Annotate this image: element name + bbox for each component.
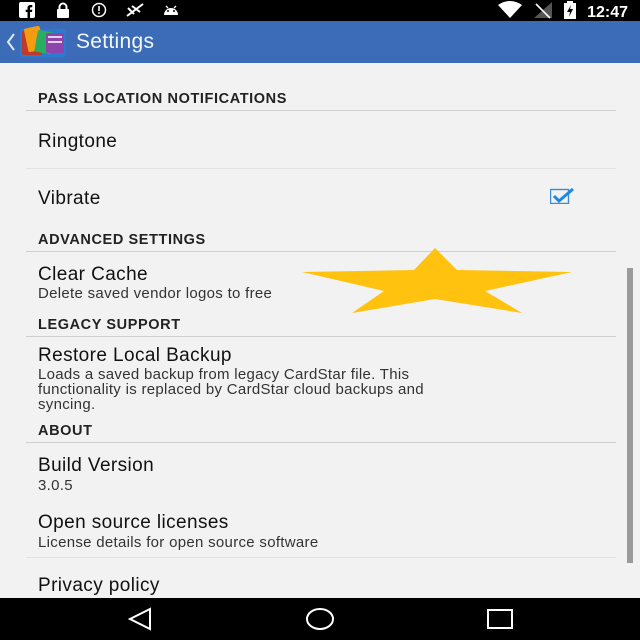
build-version-title: Build Version bbox=[38, 455, 155, 476]
vibrate-preference[interactable]: Vibrate bbox=[26, 169, 616, 225]
vibrate-title: Vibrate bbox=[38, 188, 101, 209]
section-header-advanced-settings: ADVANCED SETTINGS bbox=[38, 232, 206, 248]
open-source-licenses-preference[interactable]: Open source licenses License details for… bbox=[26, 500, 616, 556]
ringtone-title: Ringtone bbox=[38, 131, 118, 152]
open-source-licenses-summary: License details for open source software bbox=[38, 534, 319, 551]
home-icon bbox=[306, 608, 334, 630]
restore-backup-summary-line-1: Loads a saved backup from legacy CardSta… bbox=[38, 366, 410, 383]
restore-backup-summary-line-2: functionality is replaced by CardStar cl… bbox=[38, 381, 424, 398]
back-button[interactable] bbox=[124, 606, 156, 632]
chevron-left-icon bbox=[6, 33, 15, 51]
section-header-pass-notifications: PASS LOCATION NOTIFICATIONS bbox=[38, 91, 287, 107]
home-button[interactable] bbox=[304, 606, 336, 632]
up-navigation-button[interactable] bbox=[0, 21, 70, 63]
star-icon bbox=[302, 248, 572, 313]
build-version-value: 3.0.5 bbox=[38, 477, 73, 494]
privacy-policy-title: Privacy policy bbox=[38, 575, 160, 596]
recents-button[interactable] bbox=[484, 606, 516, 632]
open-source-licenses-title: Open source licenses bbox=[38, 512, 229, 533]
notification-icons bbox=[16, 2, 182, 18]
page-title: Settings bbox=[76, 30, 155, 53]
ringtone-preference[interactable]: Ringtone bbox=[26, 111, 616, 167]
vibrate-checkbox[interactable] bbox=[550, 188, 574, 204]
status-bar: 12:47 bbox=[0, 0, 640, 21]
restore-backup-title: Restore Local Backup bbox=[38, 345, 232, 366]
back-icon bbox=[127, 607, 151, 631]
section-header-legacy-support: LEGACY SUPPORT bbox=[38, 317, 181, 333]
lock-icon bbox=[52, 2, 74, 18]
privacy-policy-preference[interactable]: Privacy policy bbox=[26, 558, 616, 598]
facebook-icon bbox=[16, 2, 38, 18]
action-bar: Settings bbox=[0, 21, 640, 63]
sync-icon bbox=[88, 2, 110, 18]
android-debug-icon bbox=[160, 2, 182, 18]
section-header-about: ABOUT bbox=[38, 423, 93, 439]
build-version-preference[interactable]: Build Version 3.0.5 bbox=[26, 443, 616, 499]
clock: 12:47 bbox=[587, 3, 628, 21]
signal-blocked-icon bbox=[124, 2, 146, 18]
clear-cache-title: Clear Cache bbox=[38, 264, 149, 285]
app-logo-icon bbox=[20, 25, 66, 57]
restore-backup-preference[interactable]: Restore Local Backup Loads a saved backu… bbox=[26, 337, 616, 423]
preferences-list[interactable]: PASS LOCATION NOTIFICATIONS Ringtone Vib… bbox=[0, 63, 640, 598]
restore-backup-summary-line-3: syncing. bbox=[38, 396, 96, 413]
scrollbar[interactable] bbox=[627, 268, 633, 563]
recents-icon bbox=[487, 609, 513, 629]
navigation-bar bbox=[0, 598, 640, 640]
